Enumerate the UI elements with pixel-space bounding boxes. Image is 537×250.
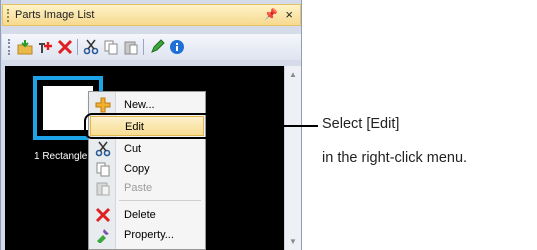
menu-item-label: Delete (124, 209, 156, 221)
add-part-icon[interactable] (36, 38, 54, 56)
menu-item-copy[interactable]: Copy (90, 159, 204, 179)
callout-leader-line (234, 125, 318, 127)
part-label: 1 Rectangle (34, 151, 88, 162)
info-icon[interactable] (168, 38, 186, 56)
callout-highlight-box (84, 113, 234, 139)
menu-item-label: Property... (124, 229, 174, 241)
menu-item-new[interactable]: New... (90, 95, 204, 115)
toolbar (2, 34, 301, 60)
callout-text-line1: Select [Edit] (322, 116, 400, 132)
menu-separator (119, 200, 201, 201)
title-grip[interactable] (7, 9, 11, 22)
menu-item-label: Cut (124, 143, 142, 155)
copy-icon[interactable] (102, 38, 120, 56)
pencil-icon[interactable] (148, 38, 166, 56)
panel-title-bar[interactable]: Parts Image List 📌 × (2, 4, 301, 26)
panel-title: Parts Image List (15, 9, 95, 21)
toolbar-grip[interactable] (8, 39, 12, 55)
scissors-icon[interactable] (82, 38, 100, 56)
pin-icon[interactable]: 📌 (264, 8, 278, 21)
paste-icon (94, 180, 112, 196)
copy-icon (94, 161, 112, 177)
menu-item-label: New... (124, 99, 155, 111)
property-icon (94, 227, 112, 243)
scroll-down-icon[interactable]: ▼ (289, 237, 297, 246)
menu-item-cut[interactable]: Cut (90, 139, 204, 159)
delete-x-icon[interactable] (56, 38, 74, 56)
menu-item-label: Paste (124, 182, 153, 194)
scroll-up-icon[interactable]: ▲ (289, 70, 297, 79)
new-icon (94, 97, 112, 113)
folder-arrow-icon[interactable] (16, 38, 34, 56)
menu-item-paste[interactable]: Paste (90, 178, 204, 198)
menu-item-delete[interactable]: Delete (90, 205, 204, 225)
toolbar-separator (77, 39, 78, 55)
menu-item-property[interactable]: Property... (90, 225, 204, 245)
paste-icon[interactable] (122, 38, 140, 56)
menu-item-label: Copy (124, 163, 150, 175)
close-icon[interactable]: × (285, 7, 293, 22)
vertical-scrollbar[interactable]: ▲ ▼ (284, 66, 301, 250)
scissors-icon (94, 141, 112, 157)
delete-x-icon (94, 207, 112, 223)
callout-text-line2: in the right-click menu. (322, 150, 468, 166)
toolbar-separator (143, 39, 144, 55)
